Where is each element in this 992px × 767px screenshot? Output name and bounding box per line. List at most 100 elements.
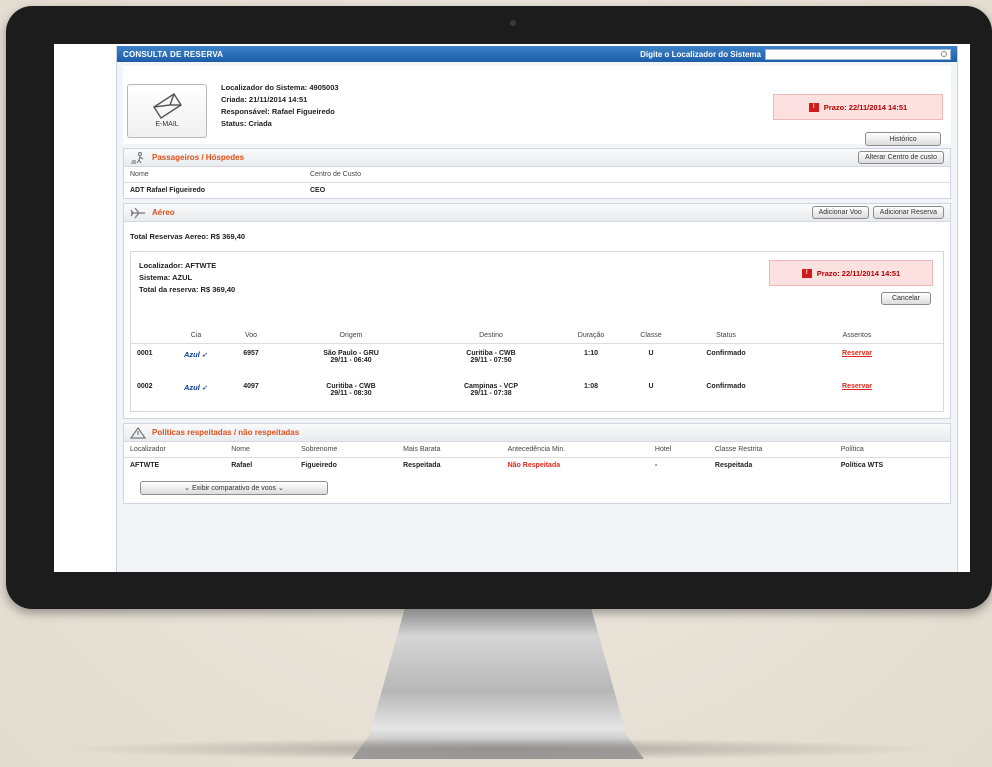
flight-origin: São Paulo - GRU 29/11 - 06:40 [281, 343, 421, 377]
table-row: AFTWTE Rafael Figueiredo Respeitada Não … [124, 457, 950, 473]
page-title: CONSULTA DE RESERVA [123, 49, 224, 59]
column-header: Hotel [648, 442, 709, 458]
reservation-info: Localizador do Sistema: 4905003 Criada: … [221, 82, 339, 130]
chevron-down-icon: ⌄ [277, 484, 284, 492]
email-button[interactable]: E-MAIL [127, 84, 207, 138]
origin-city: Curitiba - CWB [326, 383, 376, 390]
monitor-stand [352, 609, 644, 759]
column-header: Cia [171, 328, 221, 344]
flight-duration: 1:08 [583, 383, 598, 390]
origin-time: 29/11 - 08:30 [330, 390, 372, 397]
destination-time: 29/11 - 07:50 [470, 356, 512, 364]
flights-header: Aéreo Adicionar Voo Adicionar Reserva [124, 204, 950, 222]
column-header: Sobrenome [295, 442, 398, 458]
booking-deadline-alert: ! Prazo: 22/11/2014 14:51 [769, 260, 933, 286]
camera-dot [510, 20, 516, 26]
column-header: Localizador [124, 442, 226, 458]
flight-number: 6957 [243, 349, 259, 357]
destination-time: 29/11 - 07:38 [470, 390, 512, 397]
table-row: ADT Rafael Figueiredo CEO [124, 182, 950, 198]
policy-name: Política WTS [840, 461, 884, 469]
booking-box: Localizador: AFTWTE Sistema: AZUL Total … [130, 251, 944, 412]
policy-advance: Não Respeitada [507, 461, 561, 469]
reserve-seat-link[interactable]: Reservar [771, 377, 943, 411]
column-header: Classe [621, 328, 681, 344]
cost-center: CEO [310, 186, 326, 194]
envelope-icon [153, 93, 182, 119]
airline-logo: Azul ➶ [183, 349, 209, 359]
system-locator: Localizador do Sistema: 4905003 [221, 83, 339, 92]
flight-class: U [648, 383, 654, 390]
monitor-bezel: CONSULTA DE RESERVA Digite o Localizador… [6, 6, 992, 609]
warning-icon [130, 426, 146, 439]
policy-hotel: - [654, 461, 658, 469]
column-header: Centro de Custo [304, 167, 950, 183]
column-header [131, 328, 171, 344]
add-flight-button[interactable]: Adicionar Voo [811, 206, 869, 219]
destination-city: Campinas - VCP [463, 383, 519, 390]
top-bar: CONSULTA DE RESERVA Digite o Localizador… [117, 46, 957, 62]
column-header: Duração [561, 328, 621, 344]
passengers-table: Nome Centro de Custo ADT Rafael Figueire… [124, 167, 950, 198]
azul-wing-icon: ➶ [201, 349, 209, 359]
flight-status: Confirmado [706, 383, 746, 390]
flight-class: U [648, 349, 654, 357]
column-header: Classe Restrita [708, 442, 835, 458]
column-header: Mais Barata [397, 442, 502, 458]
column-header: Assentos [771, 328, 943, 344]
policies-header: Políticas respeitadas / não respeitadas [124, 424, 950, 442]
policy-last-name: Figueiredo [301, 461, 337, 469]
policy-restricted-class: Respeitada [714, 461, 753, 469]
column-header: Antecedência Min. [501, 442, 649, 458]
airline-logo: Azul ➶ [183, 383, 209, 392]
show-comparison-label: Exibir comparativo de voos [191, 484, 277, 492]
table-row: 0002 Azul ➶ 4097 Curitiba - CWB 29/11 - 0… [131, 377, 943, 411]
passengers-panel: Passageiros / Hóspedes Alterar Centro de… [123, 148, 951, 199]
airplane-icon [130, 207, 145, 218]
show-flight-comparison-button[interactable]: ⌄ Exibir comparativo de voos ⌄ [140, 481, 328, 495]
search-icon[interactable] [941, 50, 947, 57]
origin-city: São Paulo - GRU [323, 349, 379, 357]
flight-destination: Curitiba - CWB 29/11 - 07:50 [421, 343, 561, 377]
reservation-app: CONSULTA DE RESERVA Digite o Localizador… [116, 46, 958, 572]
flights-title: Aéreo [152, 208, 175, 217]
column-header: Nome [124, 167, 304, 183]
deadline-text: Prazo: 22/11/2014 14:51 [823, 102, 908, 112]
column-header: Política [834, 442, 950, 458]
column-header: Origem [281, 328, 421, 344]
flights-body: Total Reservas Aereo: R$ 369,40 Localiza… [124, 222, 950, 418]
cancel-button[interactable]: Cancelar [881, 292, 931, 305]
policies-panel: Políticas respeitadas / não respeitadas … [123, 423, 951, 504]
history-button[interactable]: Histórico [865, 132, 941, 146]
column-header: Nome [225, 442, 296, 458]
policies-table: Localizador Nome Sobrenome Mais Barata A… [124, 442, 950, 473]
add-reservation-button[interactable]: Adicionar Reserva [872, 206, 944, 219]
policy-first-name: Rafael [231, 461, 253, 469]
origin-time: 29/11 - 06:40 [330, 356, 372, 364]
policy-locator: AFTWTE [130, 461, 160, 469]
azul-wing-icon: ➶ [201, 383, 209, 392]
flight-number: 4097 [243, 383, 259, 390]
flight-seq: 0001 [137, 349, 153, 357]
responsible: Responsável: Rafael Figueiredo [221, 107, 335, 116]
policy-cheapest: Respeitada [403, 461, 441, 469]
column-header: Voo [221, 328, 281, 344]
monitor-shadow [60, 738, 940, 760]
alert-icon: ! [801, 268, 812, 278]
change-cost-center-button[interactable]: Alterar Centro de custo [858, 151, 944, 164]
flight-status: Confirmado [706, 349, 746, 357]
policies-title: Políticas respeitadas / não respeitadas [152, 428, 300, 437]
flight-origin: Curitiba - CWB 29/11 - 08:30 [281, 377, 421, 411]
booking-deadline-text: Prazo: 22/11/2014 14:51 [816, 268, 901, 278]
traveler-icon [131, 151, 144, 164]
monitor-screen: CONSULTA DE RESERVA Digite o Localizador… [54, 44, 970, 572]
passenger-name: ADT Rafael Figueiredo [130, 186, 206, 194]
destination-city: Curitiba - CWB [466, 349, 516, 357]
alert-icon: ! [808, 102, 819, 112]
column-header: Status [681, 328, 771, 344]
reserve-seat-link[interactable]: Reservar [771, 343, 943, 377]
search-label: Digite o Localizador do Sistema [640, 49, 761, 59]
created-date: Criada: 21/11/2014 14:51 [221, 95, 308, 104]
flight-duration: 1:10 [583, 349, 598, 357]
search-input[interactable] [765, 48, 951, 60]
